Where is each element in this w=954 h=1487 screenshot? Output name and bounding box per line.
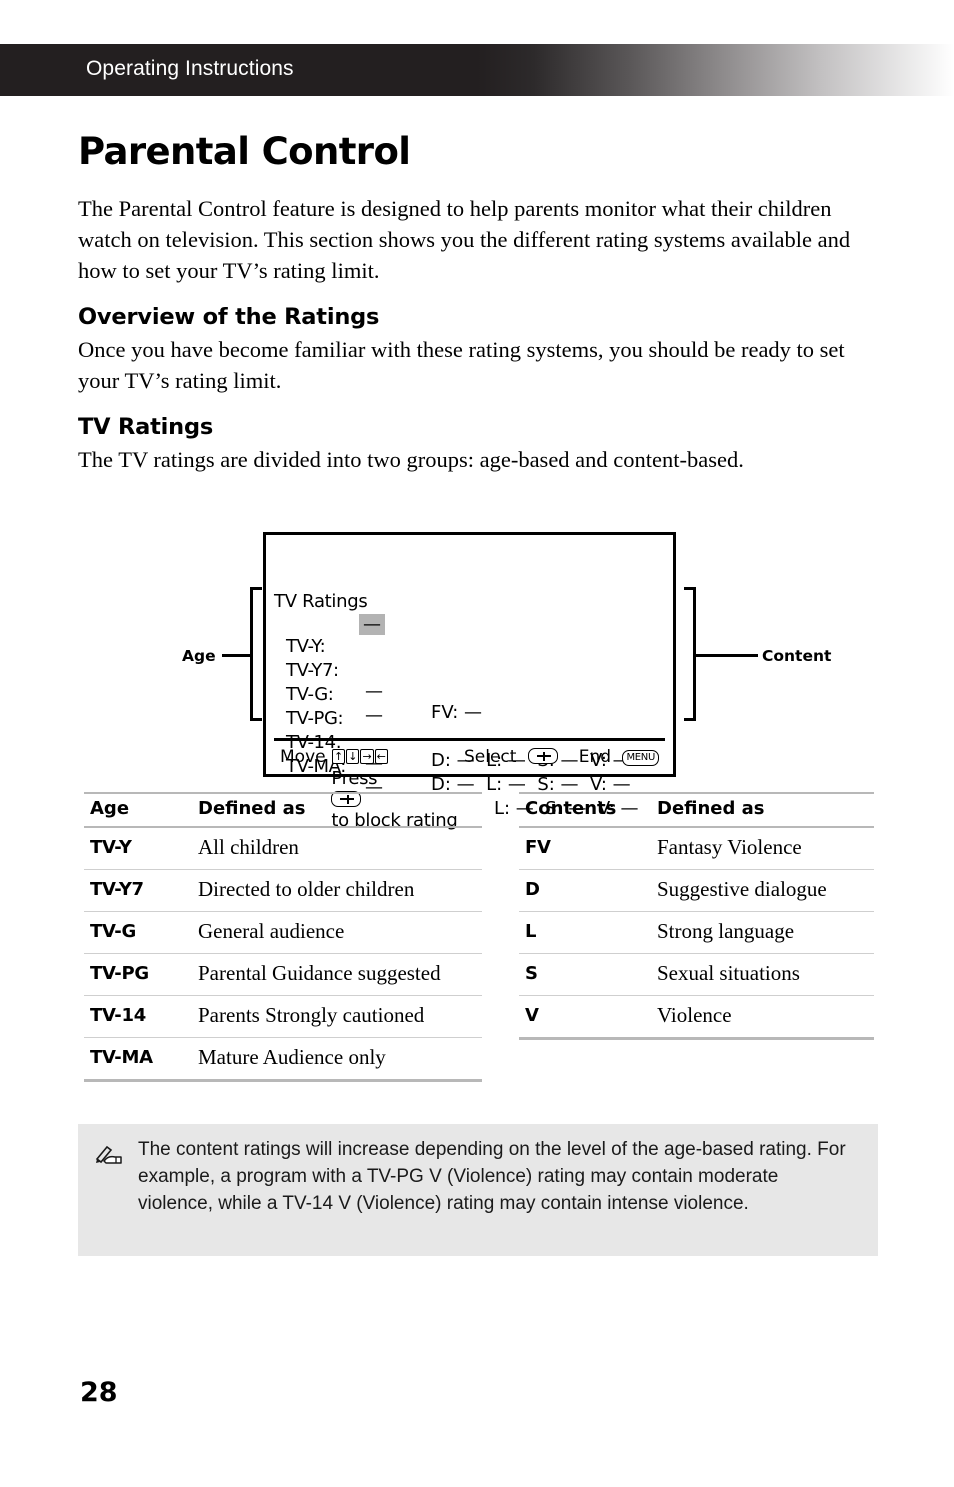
- osd-row-tv-y7-content[interactable]: FV: —: [431, 702, 482, 723]
- page-title: Parental Control: [78, 130, 411, 173]
- page-number: 28: [80, 1377, 118, 1408]
- content-definition: Fantasy Violence: [651, 827, 874, 870]
- table-row: TV-14 Parents Strongly cautioned: [84, 995, 482, 1038]
- writing-hand-icon: [94, 1142, 124, 1166]
- section-heading-tv-ratings: TV Ratings: [78, 414, 214, 440]
- table-row: TV-Y All children: [84, 827, 482, 870]
- content-code: S: [519, 953, 651, 996]
- note-text: The content ratings will increase depend…: [138, 1139, 846, 1214]
- table-row: TV-MA Mature Audience only: [84, 1037, 482, 1082]
- column-header-defined-as: Defined as: [651, 792, 874, 828]
- osd-title: TV Ratings: [274, 591, 368, 612]
- table-row: D Suggestive dialogue: [519, 869, 874, 912]
- osd-diagram: Age Content TV Ratings TV-Y: — TV-Y7: — …: [0, 528, 954, 831]
- arrow-down-icon: ↓: [346, 749, 360, 764]
- running-header-title: Operating Instructions: [86, 57, 294, 80]
- page-content: Parental Control The Parental Control fe…: [78, 130, 878, 493]
- callout-leader-content: [696, 654, 758, 657]
- column-header-defined-as: Defined as: [192, 792, 482, 828]
- arrow-up-icon: ↑: [332, 749, 346, 764]
- table-header-row: Contents Defined as: [519, 792, 874, 828]
- content-definition: Suggestive dialogue: [651, 869, 874, 912]
- age-code: TV-Y7: [84, 869, 192, 912]
- osd-action-select[interactable]: Select: [464, 747, 558, 767]
- age-definition: General audience: [192, 911, 482, 954]
- column-header-age: Age: [84, 792, 192, 828]
- content-definition: Strong language: [651, 911, 874, 954]
- arrow-left-icon: ←: [374, 749, 388, 764]
- content-definition: Violence: [651, 995, 874, 1040]
- callout-label-age: Age: [182, 647, 216, 665]
- age-definition: Parental Guidance suggested: [192, 953, 482, 996]
- content-code: D: [519, 869, 651, 912]
- section-heading-overview: Overview of the Ratings: [78, 304, 380, 330]
- content-code: L: [519, 911, 651, 954]
- content-code: V: [519, 995, 651, 1040]
- table-header-row: Age Defined as: [84, 792, 482, 828]
- osd-action-end-label: End: [578, 747, 612, 767]
- table-row: L Strong language: [519, 911, 874, 954]
- age-code: TV-PG: [84, 953, 192, 996]
- table-row: V Violence: [519, 995, 874, 1040]
- age-definition: All children: [192, 827, 482, 870]
- content-code: FV: [519, 827, 651, 870]
- osd-action-select-label: Select: [464, 747, 517, 767]
- note-box: The content ratings will increase depend…: [78, 1124, 878, 1256]
- osd-action-move-label: Move: [280, 747, 326, 767]
- age-code: TV-14: [84, 995, 192, 1038]
- osd-row-tv-y-value[interactable]: —: [359, 614, 385, 635]
- table-row: TV-G General audience: [84, 911, 482, 954]
- plus-button-icon: [527, 748, 558, 764]
- content-ratings-table: Contents Defined as FV Fantasy Violence …: [519, 792, 874, 1040]
- age-definition: Parents Strongly cautioned: [192, 995, 482, 1038]
- section-body-tv-ratings: The TV ratings are divided into two grou…: [78, 447, 744, 472]
- osd-action-move[interactable]: Move ↑ ↓ → ←: [280, 747, 388, 767]
- callout-bracket-age: [250, 587, 262, 721]
- callout-label-content: Content: [762, 647, 832, 665]
- column-header-contents: Contents: [519, 792, 651, 828]
- age-ratings-table: Age Defined as TV-Y All children TV-Y7 D…: [84, 792, 482, 1082]
- table-row: S Sexual situations: [519, 953, 874, 996]
- age-definition: Mature Audience only: [192, 1037, 482, 1082]
- table-row: TV-PG Parental Guidance suggested: [84, 953, 482, 996]
- table-row: TV-Y7 Directed to older children: [84, 869, 482, 912]
- callout-leader-age: [222, 654, 252, 657]
- arrow-right-icon: →: [360, 749, 374, 764]
- osd-action-bar: Move ↑ ↓ → ← Select End MENU: [274, 738, 665, 768]
- age-code: TV-MA: [84, 1037, 192, 1082]
- table-row: FV Fantasy Violence: [519, 827, 874, 870]
- age-definition: Directed to older children: [192, 869, 482, 912]
- age-code: TV-G: [84, 911, 192, 954]
- menu-button-icon: MENU: [622, 750, 659, 766]
- intro-paragraph: The Parental Control feature is designed…: [78, 196, 851, 283]
- osd-press-prefix: Press: [331, 768, 378, 789]
- osd-action-end[interactable]: End MENU: [579, 747, 659, 767]
- callout-bracket-content: [684, 587, 696, 721]
- osd-panel: TV Ratings TV-Y: — TV-Y7: — FV: — TV-G: …: [263, 532, 676, 831]
- content-definition: Sexual situations: [651, 953, 874, 996]
- age-code: TV-Y: [84, 827, 192, 870]
- section-body-overview: Once you have become familiar with these…: [78, 337, 845, 393]
